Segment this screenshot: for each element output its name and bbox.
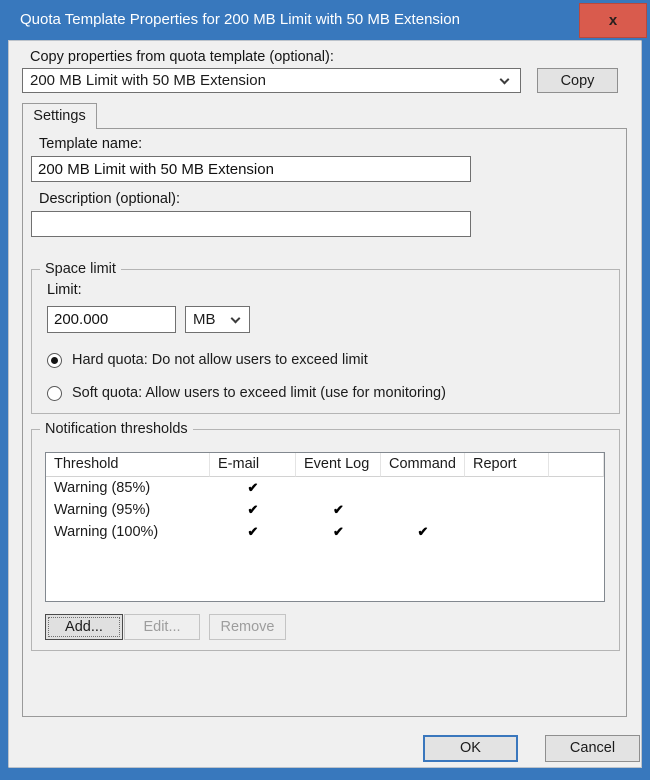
- limit-label: Limit:: [47, 282, 82, 298]
- event-log-check-icon: [296, 477, 381, 499]
- command-check-icon: [381, 477, 465, 499]
- column-header-event-log[interactable]: Event Log: [296, 453, 381, 477]
- copy-button[interactable]: Copy: [537, 68, 618, 93]
- remove-button[interactable]: Remove: [209, 614, 286, 640]
- column-header-report[interactable]: Report: [465, 453, 549, 477]
- table-row[interactable]: Warning (100%) ✔ ✔ ✔: [46, 521, 604, 543]
- table-row[interactable]: Warning (85%) ✔: [46, 477, 604, 499]
- thresholds-table-header: Threshold E-mail Event Log Command Repor…: [46, 453, 604, 477]
- template-name-input[interactable]: [31, 156, 471, 182]
- command-check-icon: [381, 499, 465, 521]
- soft-quota-label: Soft quota: Allow users to exceed limit …: [72, 385, 446, 401]
- notification-thresholds-legend: Notification thresholds: [40, 421, 193, 437]
- command-check-icon: ✔: [381, 521, 465, 543]
- column-header-command[interactable]: Command: [381, 453, 465, 477]
- description-input[interactable]: [31, 211, 471, 237]
- settings-tab-panel: Template name: Description (optional): S…: [22, 128, 627, 717]
- description-label: Description (optional):: [39, 191, 180, 207]
- quota-template-properties-dialog: Quota Template Properties for 200 MB Lim…: [0, 0, 650, 780]
- space-limit-group: Space limit Limit: MB Hard quota: Do not…: [31, 269, 620, 414]
- copy-from-template-label: Copy properties from quota template (opt…: [30, 49, 334, 65]
- radio-button-icon: [47, 386, 62, 401]
- ok-button[interactable]: OK: [423, 735, 518, 762]
- close-button[interactable]: x: [579, 3, 647, 38]
- email-check-icon: ✔: [210, 521, 296, 543]
- column-header-filler: [549, 453, 604, 477]
- copy-template-combobox[interactable]: 200 MB Limit with 50 MB Extension: [22, 68, 521, 93]
- window-title: Quota Template Properties for 200 MB Lim…: [20, 0, 460, 40]
- email-check-icon: ✔: [210, 477, 296, 499]
- report-check-icon: [465, 499, 549, 521]
- column-header-email[interactable]: E-mail: [210, 453, 296, 477]
- dialog-body: Copy properties from quota template (opt…: [8, 40, 642, 768]
- limit-unit-combobox[interactable]: MB: [185, 306, 250, 333]
- soft-quota-radio[interactable]: Soft quota: Allow users to exceed limit …: [47, 384, 446, 402]
- chevron-down-icon: [500, 75, 510, 85]
- limit-input[interactable]: [47, 306, 176, 333]
- space-limit-legend: Space limit: [40, 261, 121, 277]
- event-log-check-icon: ✔: [296, 499, 381, 521]
- tab-settings[interactable]: Settings: [22, 103, 97, 129]
- table-row[interactable]: Warning (95%) ✔ ✔: [46, 499, 604, 521]
- threshold-cell: Warning (100%): [46, 521, 210, 543]
- edit-button[interactable]: Edit...: [124, 614, 200, 640]
- report-check-icon: [465, 521, 549, 543]
- titlebar: Quota Template Properties for 200 MB Lim…: [0, 0, 650, 40]
- column-header-threshold[interactable]: Threshold: [46, 453, 210, 477]
- email-check-icon: ✔: [210, 499, 296, 521]
- hard-quota-label: Hard quota: Do not allow users to exceed…: [72, 352, 368, 368]
- threshold-cell: Warning (85%): [46, 477, 210, 499]
- report-check-icon: [465, 477, 549, 499]
- template-name-label: Template name:: [39, 136, 142, 152]
- close-icon: x: [609, 13, 617, 28]
- notification-thresholds-group: Notification thresholds Threshold E-mail…: [31, 429, 620, 651]
- threshold-cell: Warning (95%): [46, 499, 210, 521]
- copy-template-combobox-value: 200 MB Limit with 50 MB Extension: [30, 69, 266, 92]
- hard-quota-radio[interactable]: Hard quota: Do not allow users to exceed…: [47, 351, 368, 369]
- cancel-button[interactable]: Cancel: [545, 735, 640, 762]
- radio-button-icon: [47, 353, 62, 368]
- add-button[interactable]: Add...: [45, 614, 123, 640]
- limit-unit-value: MB: [193, 307, 216, 332]
- chevron-down-icon: [231, 314, 241, 324]
- event-log-check-icon: ✔: [296, 521, 381, 543]
- thresholds-table: Threshold E-mail Event Log Command Repor…: [45, 452, 605, 602]
